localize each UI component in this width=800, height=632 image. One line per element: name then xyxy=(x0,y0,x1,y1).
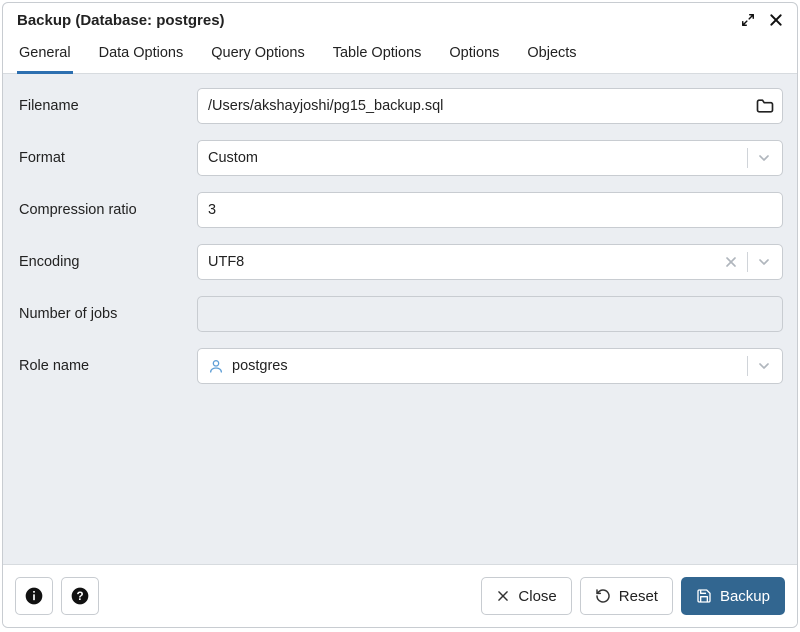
chevron-down-icon xyxy=(756,150,772,166)
tab-table-options[interactable]: Table Options xyxy=(331,35,424,74)
encoding-select[interactable]: UTF8 xyxy=(197,244,783,280)
help-button[interactable]: ? xyxy=(61,577,99,615)
format-label: Format xyxy=(17,150,197,166)
titlebar-controls xyxy=(739,11,785,29)
close-button[interactable]: Close xyxy=(481,577,571,615)
clear-icon[interactable] xyxy=(723,254,739,270)
folder-icon[interactable] xyxy=(755,96,775,116)
jobs-input xyxy=(197,296,783,332)
form-body: Filename Format Custom xyxy=(3,74,797,564)
separator xyxy=(747,356,748,376)
titlebar: Backup (Database: postgres) xyxy=(3,3,797,35)
reset-label: Reset xyxy=(619,588,658,605)
compression-label: Compression ratio xyxy=(17,202,197,218)
format-value: Custom xyxy=(208,150,747,166)
select-indicators xyxy=(723,252,772,272)
close-label: Close xyxy=(518,588,556,605)
row-rolename: Role name postgres xyxy=(17,348,783,384)
close-x-icon xyxy=(496,589,510,603)
tab-objects[interactable]: Objects xyxy=(525,35,578,74)
separator xyxy=(747,252,748,272)
row-compression: Compression ratio xyxy=(17,192,783,228)
svg-text:?: ? xyxy=(76,590,83,603)
row-jobs: Number of jobs xyxy=(17,296,783,332)
compression-input[interactable] xyxy=(197,192,783,228)
chevron-down-icon xyxy=(756,254,772,270)
separator xyxy=(747,148,748,168)
backup-button[interactable]: Backup xyxy=(681,577,785,615)
tab-data-options[interactable]: Data Options xyxy=(97,35,186,74)
backup-dialog: Backup (Database: postgres) General Data… xyxy=(2,2,798,628)
rolename-label: Role name xyxy=(17,358,197,374)
tab-options[interactable]: Options xyxy=(447,35,501,74)
encoding-value: UTF8 xyxy=(208,254,723,270)
save-icon xyxy=(696,588,712,604)
rolename-value-wrap: postgres xyxy=(208,358,747,374)
tab-general[interactable]: General xyxy=(17,35,73,74)
expand-icon[interactable] xyxy=(739,11,757,29)
reset-icon xyxy=(595,588,611,604)
chevron-down-icon xyxy=(756,358,772,374)
encoding-label: Encoding xyxy=(17,254,197,270)
filename-label: Filename xyxy=(17,98,197,114)
tab-query-options[interactable]: Query Options xyxy=(209,35,307,74)
rolename-value: postgres xyxy=(232,358,288,374)
footer: ? Close Reset Backup xyxy=(3,564,797,627)
tabs: General Data Options Query Options Table… xyxy=(3,35,797,74)
format-select[interactable]: Custom xyxy=(197,140,783,176)
rolename-select[interactable]: postgres xyxy=(197,348,783,384)
user-icon xyxy=(208,358,224,374)
filename-input[interactable] xyxy=(197,88,783,124)
info-button[interactable] xyxy=(15,577,53,615)
dialog-title: Backup (Database: postgres) xyxy=(17,12,739,29)
select-indicators xyxy=(747,148,772,168)
row-filename: Filename xyxy=(17,88,783,124)
row-format: Format Custom xyxy=(17,140,783,176)
close-icon[interactable] xyxy=(767,11,785,29)
reset-button[interactable]: Reset xyxy=(580,577,673,615)
row-encoding: Encoding UTF8 xyxy=(17,244,783,280)
select-indicators xyxy=(747,356,772,376)
jobs-label: Number of jobs xyxy=(17,306,197,322)
backup-label: Backup xyxy=(720,588,770,605)
